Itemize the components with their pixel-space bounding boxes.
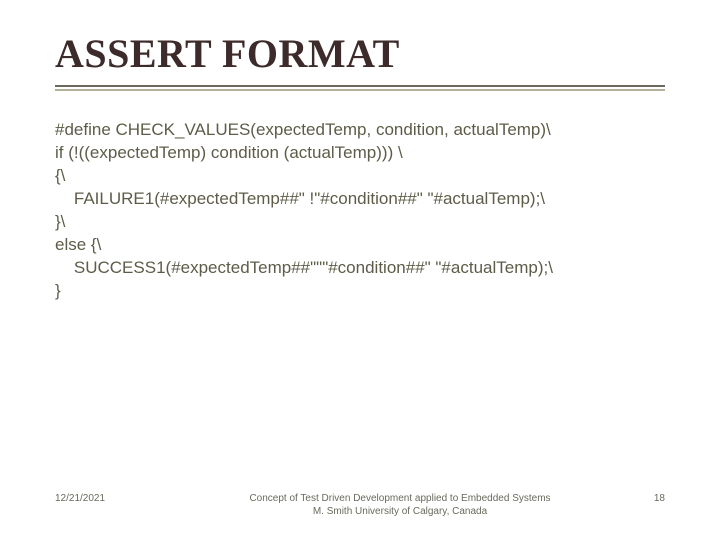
rule-bottom: [55, 89, 665, 91]
code-line: }\: [55, 212, 65, 231]
slide: ASSERT FORMAT #define CHECK_VALUES(expec…: [0, 0, 720, 540]
footer-line2: M. Smith University of Calgary, Canada: [313, 506, 487, 517]
code-block: #define CHECK_VALUES(expectedTemp, condi…: [55, 119, 665, 303]
footer: 12/21/2021 Concept of Test Driven Develo…: [55, 493, 665, 518]
code-line: SUCCESS1(#expectedTemp##"""#condition##"…: [55, 258, 553, 277]
code-line: if (!((expectedTemp) condition (actualTe…: [55, 143, 403, 162]
footer-line1: Concept of Test Driven Development appli…: [249, 493, 550, 504]
code-line: else {\: [55, 235, 101, 254]
footer-page-number: 18: [625, 493, 665, 504]
code-line: }: [55, 281, 61, 300]
code-line: #define CHECK_VALUES(expectedTemp, condi…: [55, 120, 551, 139]
rule-top: [55, 85, 665, 87]
footer-date: 12/21/2021: [55, 493, 175, 504]
footer-center: Concept of Test Driven Development appli…: [175, 493, 625, 518]
title-rule: [55, 85, 665, 91]
code-line: FAILURE1(#expectedTemp##" !"#condition##…: [55, 189, 545, 208]
code-line: {\: [55, 166, 65, 185]
page-title: ASSERT FORMAT: [55, 30, 665, 77]
